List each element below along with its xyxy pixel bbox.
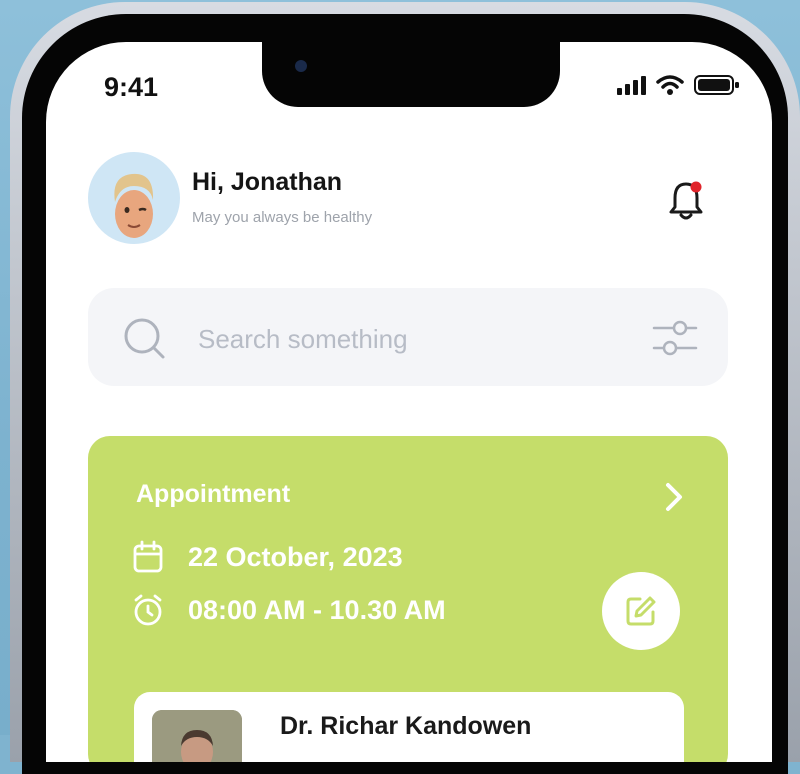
avatar[interactable] <box>88 152 180 244</box>
edit-icon <box>626 596 656 626</box>
doctor-name: Dr. Richar Kandowen <box>280 712 532 740</box>
notification-dot <box>690 181 702 193</box>
app-screen: 9:41 Hi, Jonathan May you always be heal… <box>46 42 772 762</box>
calendar-icon <box>133 540 163 573</box>
appointment-title: Appointment <box>136 480 291 508</box>
appointment-card[interactable]: Appointment 22 October, 2023 08:00 AM - … <box>88 436 728 762</box>
appointment-time: 08:00 AM - 10.30 AM <box>188 594 446 625</box>
doctor-card[interactable]: Dr. Richar Kandowen <box>134 692 684 762</box>
greeting-text: Hi, Jonathan <box>192 168 343 196</box>
search-bar[interactable]: Search something <box>88 288 728 386</box>
wifi-icon <box>656 75 684 95</box>
appointment-date-row: 22 October, 2023 <box>132 540 403 574</box>
search-input[interactable]: Search something <box>198 324 408 355</box>
chevron-right-icon[interactable] <box>664 482 684 512</box>
dynamic-island <box>262 42 560 107</box>
status-time: 9:41 <box>104 72 159 102</box>
alarm-clock-icon <box>134 594 162 626</box>
filter-icon[interactable] <box>652 318 698 358</box>
notification-bell-icon[interactable] <box>666 178 706 222</box>
doctor-photo <box>152 710 242 762</box>
battery-icon <box>694 75 739 95</box>
front-camera <box>295 60 307 72</box>
cellular-signal-icon <box>617 76 646 95</box>
search-icon <box>124 318 165 359</box>
edit-appointment-button[interactable] <box>602 572 680 650</box>
status-icons <box>616 74 740 96</box>
appointment-time-row: 08:00 AM - 10.30 AM <box>132 593 446 627</box>
appointment-date: 22 October, 2023 <box>188 541 403 572</box>
greeting-subtitle: May you always be healthy <box>192 209 373 226</box>
avatar-memoji-icon <box>114 173 154 238</box>
doctor-portrait-icon <box>152 710 242 762</box>
